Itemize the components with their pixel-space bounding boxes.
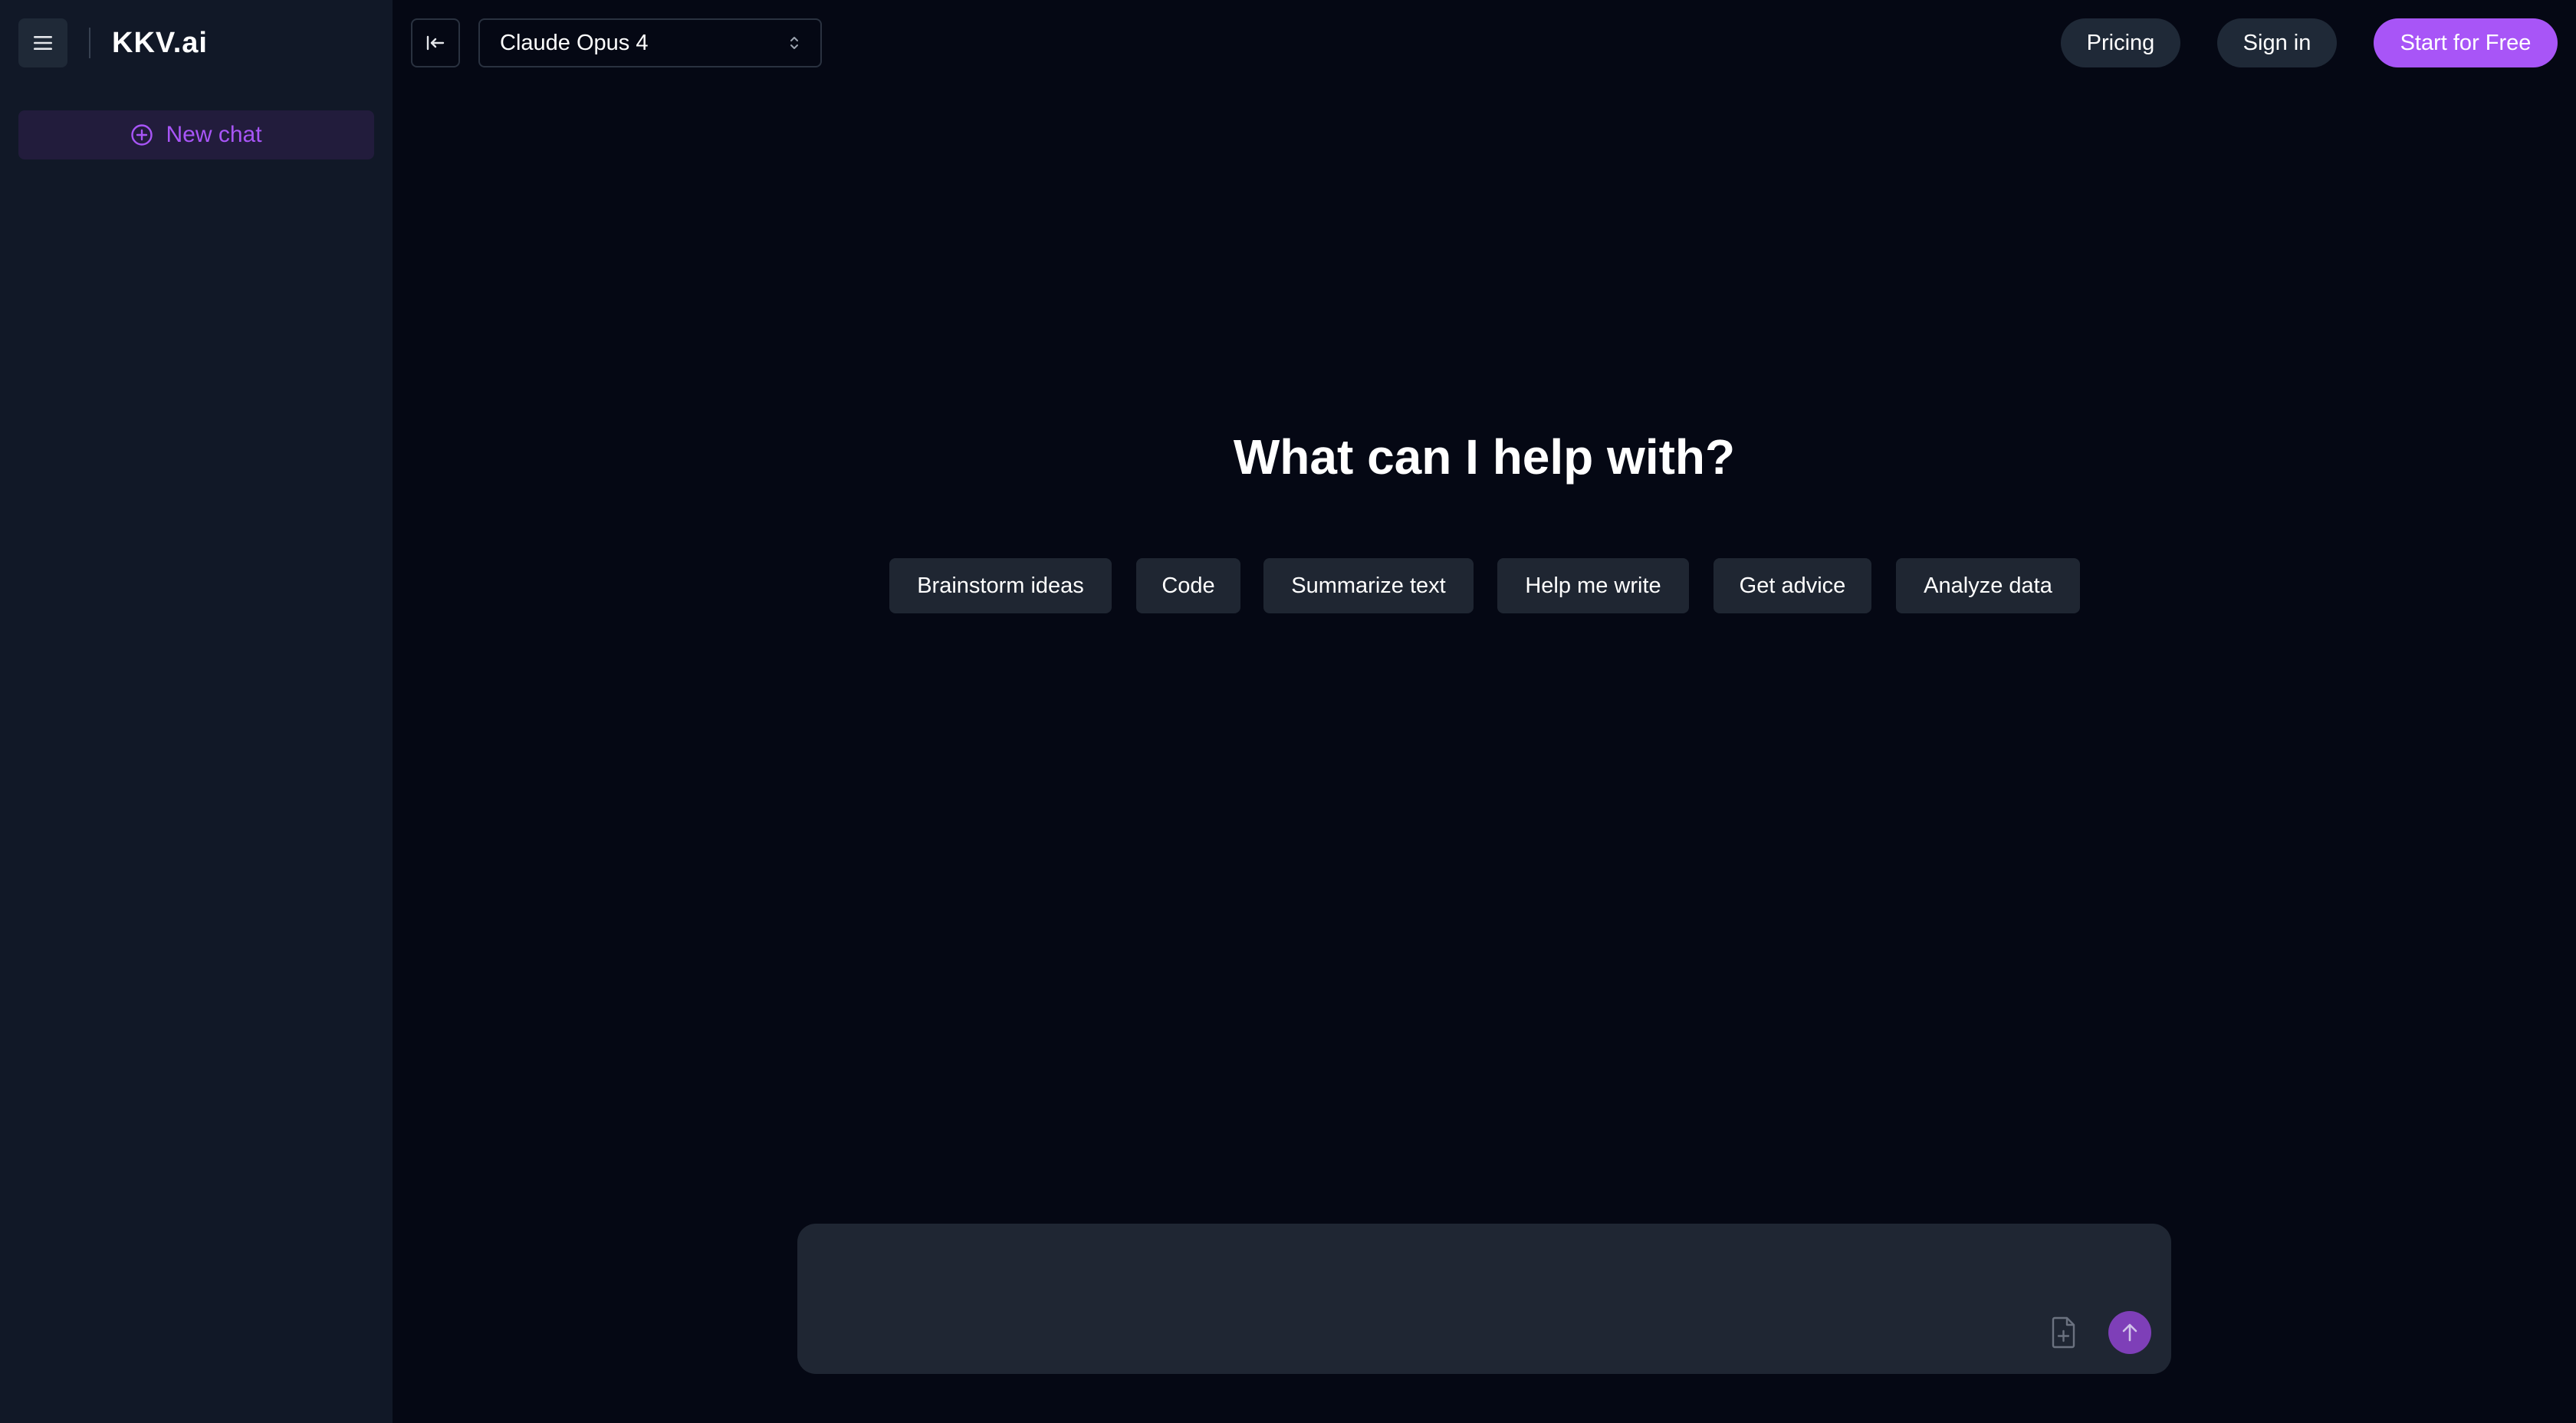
logo[interactable]: KKV.ai <box>112 23 208 63</box>
message-composer[interactable] <box>797 1224 2171 1374</box>
suggestion-code[interactable]: Code <box>1136 558 1240 613</box>
arrow-up-icon <box>2122 1323 2137 1342</box>
page-title: What can I help with? <box>1233 429 1736 485</box>
menu-button[interactable] <box>18 18 67 67</box>
suggestion-help-me-write[interactable]: Help me write <box>1497 558 1689 613</box>
suggestion-get-advice[interactable]: Get advice <box>1714 558 1871 613</box>
pricing-button[interactable]: Pricing <box>2061 18 2180 67</box>
start-for-free-button[interactable]: Start for Free <box>2374 18 2558 67</box>
model-select[interactable]: Claude Opus 4 <box>478 18 822 67</box>
send-button[interactable] <box>2108 1311 2151 1354</box>
chevron-up-down-icon <box>790 37 798 49</box>
app-root: KKV.ai New chat Claude Opus 4 Pricing Si… <box>0 0 2576 1423</box>
plus-circle-icon <box>131 124 153 146</box>
suggestion-summarize-text[interactable]: Summarize text <box>1263 558 1474 613</box>
file-plus-icon <box>2052 1316 2075 1349</box>
new-chat-label: New chat <box>166 122 262 147</box>
sign-in-button[interactable]: Sign in <box>2217 18 2337 67</box>
sidebar: KKV.ai New chat <box>0 0 393 1423</box>
attach-file-button[interactable] <box>2045 1314 2082 1351</box>
model-select-value: Claude Opus 4 <box>500 30 649 55</box>
suggestion-analyze-data[interactable]: Analyze data <box>1896 558 2080 613</box>
collapse-sidebar-icon <box>426 35 445 51</box>
hamburger-menu-icon <box>34 36 52 50</box>
collapse-sidebar-button[interactable] <box>411 18 460 67</box>
suggestion-brainstorm-ideas[interactable]: Brainstorm ideas <box>889 558 1112 613</box>
new-chat-button[interactable]: New chat <box>18 110 374 159</box>
sidebar-divider <box>89 28 90 58</box>
